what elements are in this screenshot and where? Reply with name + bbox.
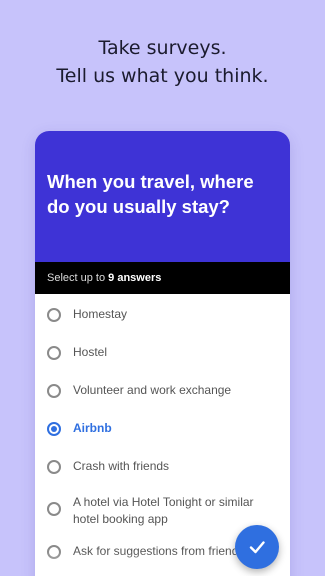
option-label: Volunteer and work exchange (73, 383, 232, 397)
radio-unchecked-icon[interactable] (47, 346, 61, 360)
radio-unchecked-icon[interactable] (47, 460, 61, 474)
option-label: A hotel via Hotel Tonight or similar hot… (73, 495, 254, 526)
check-icon (249, 541, 265, 554)
headline-line-2: Tell us what you think. (56, 65, 269, 87)
submit-button[interactable] (235, 525, 279, 569)
question-text: When you travel, where do you usually st… (47, 171, 254, 217)
radio-checked-icon[interactable] (47, 422, 61, 436)
option-label: Crash with friends (73, 459, 170, 473)
survey-card: When you travel, where do you usually st… (35, 131, 290, 576)
option-label: Homestay (73, 307, 128, 321)
option-label: Hostel (73, 345, 108, 359)
question-header: When you travel, where do you usually st… (35, 131, 290, 262)
headline-line-1: Take surveys. (98, 37, 227, 59)
radio-unchecked-icon[interactable] (47, 384, 61, 398)
option-label: Airbnb (73, 421, 112, 435)
radio-unchecked-icon[interactable] (47, 502, 61, 516)
hint-prefix: Select up to (47, 272, 109, 284)
radio-unchecked-icon[interactable] (47, 308, 61, 322)
headline: Take surveys. Tell us what you think. (0, 34, 325, 90)
hint-count: 9 answers (108, 272, 162, 284)
answer-limit-hint: Select up to 9 answers (35, 262, 290, 294)
